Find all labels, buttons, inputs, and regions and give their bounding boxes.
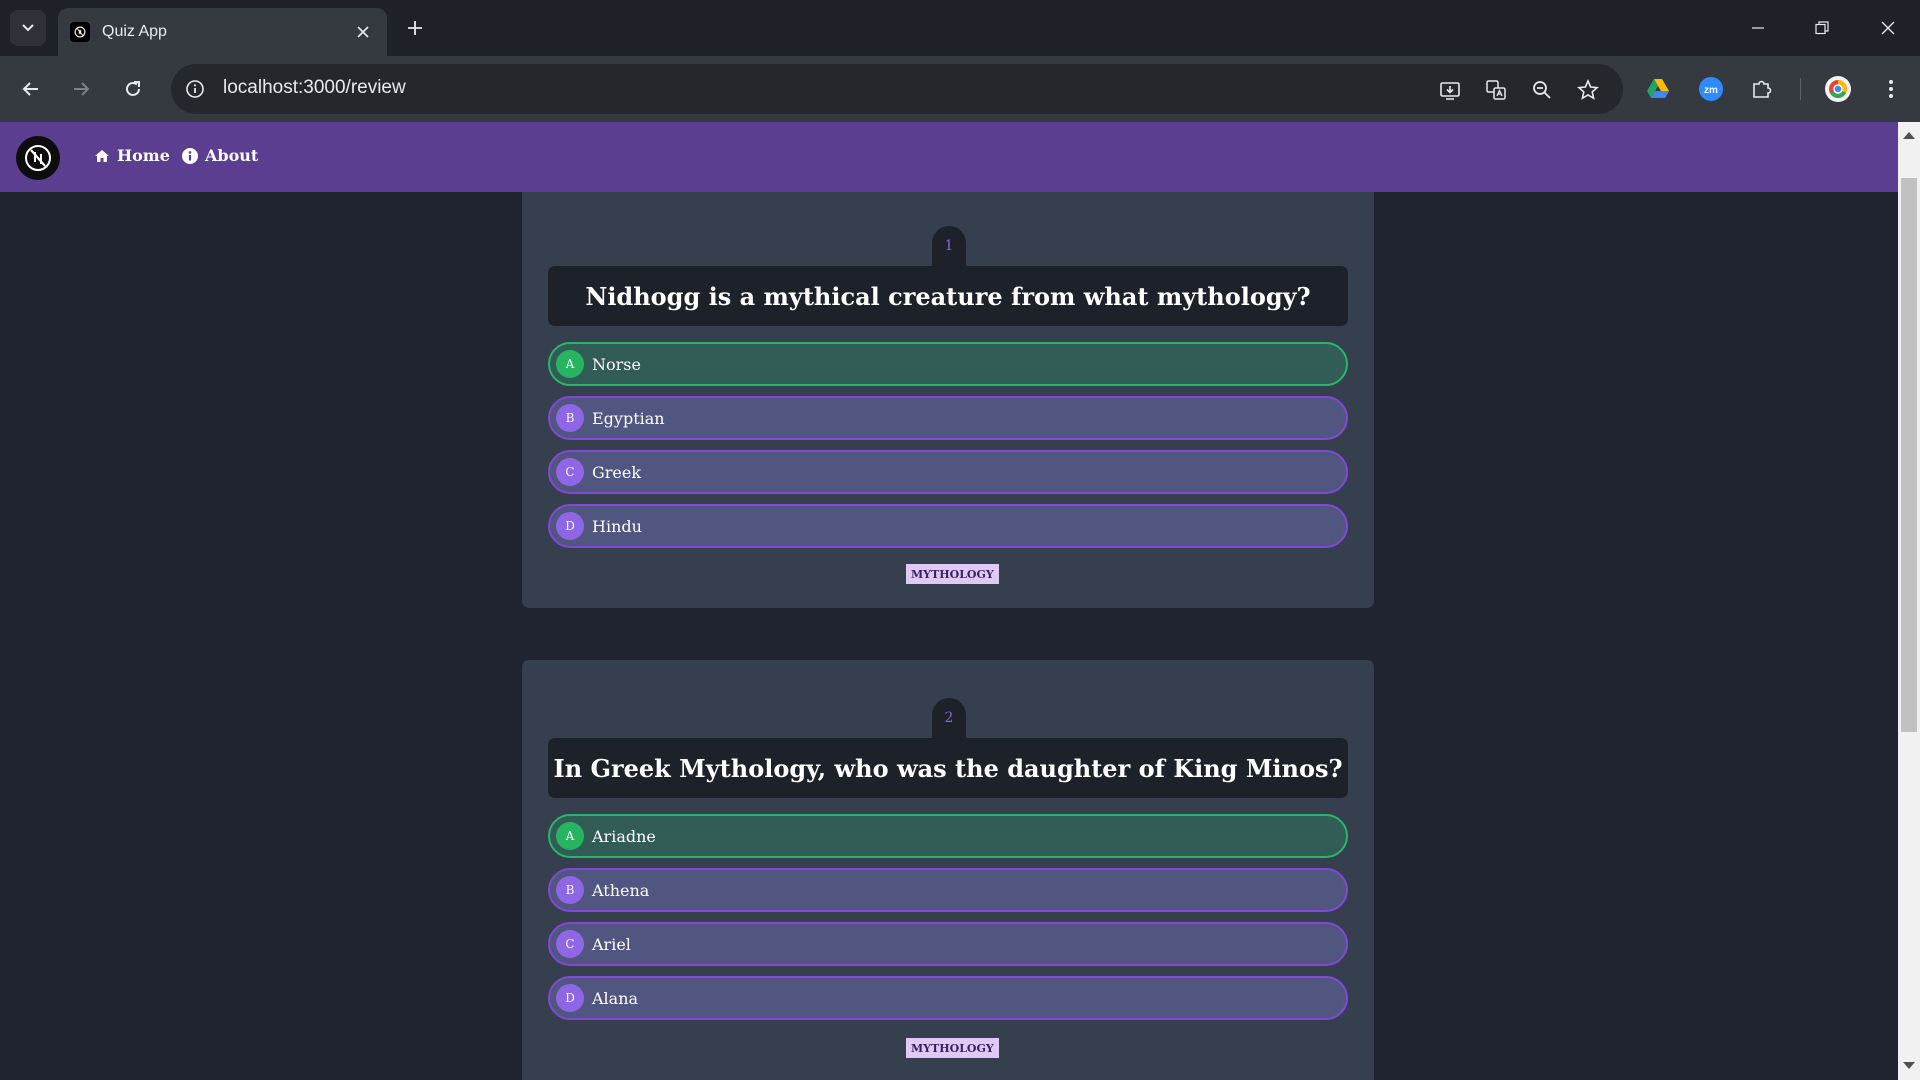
close-icon <box>1881 21 1895 35</box>
question-card-1: 1 Nidhogg is a mythical creature from wh… <box>522 122 1374 608</box>
question-text: Nidhogg is a mythical creature from what… <box>548 266 1348 326</box>
option-text: Hindu <box>592 516 642 536</box>
question-number-badge: 2 <box>932 698 966 738</box>
install-app-icon[interactable] <box>1437 77 1463 103</box>
option-letter: D <box>556 984 584 1012</box>
tab-close-button[interactable] <box>351 20 375 44</box>
option-text: Ariadne <box>592 826 656 846</box>
app-favicon-icon <box>70 22 90 42</box>
new-tab-button[interactable] <box>401 14 429 42</box>
category-tag: MYTHOLOGY <box>906 1038 999 1058</box>
option-c[interactable]: C Greek <box>548 450 1348 494</box>
option-letter: A <box>556 822 584 850</box>
option-c[interactable]: C Ariel <box>548 922 1348 966</box>
option-a-correct[interactable]: A Ariadne <box>548 814 1348 858</box>
extensions-puzzle-icon[interactable] <box>1745 72 1779 106</box>
chevron-down-icon <box>22 24 34 32</box>
plus-icon <box>408 21 422 35</box>
more-menu-icon[interactable] <box>1874 72 1908 106</box>
tab-search-button[interactable] <box>10 10 46 46</box>
option-b[interactable]: B Egyptian <box>548 396 1348 440</box>
question-card-2: 2 In Greek Mythology, who was the daught… <box>522 660 1374 1080</box>
close-window-button[interactable] <box>1868 10 1908 46</box>
browser-tab-bar: Quiz App <box>0 0 1920 56</box>
option-text: Ariel <box>592 934 631 954</box>
url-text[interactable]: localhost:3000/review <box>223 77 406 99</box>
restore-icon <box>1815 21 1829 35</box>
option-letter: A <box>556 350 584 378</box>
tab-title: Quiz App <box>102 23 167 40</box>
scroll-down-arrow-icon[interactable] <box>1903 1062 1915 1069</box>
browser-toolbar: localhost:3000/review zm <box>0 56 1920 122</box>
site-info-icon[interactable] <box>183 77 207 101</box>
close-icon <box>357 26 369 38</box>
zoom-icon[interactable] <box>1529 77 1555 103</box>
back-button[interactable] <box>14 72 48 106</box>
question-text: In Greek Mythology, who was the daughter… <box>548 738 1348 798</box>
arrow-left-icon <box>22 82 38 96</box>
translate-icon[interactable] <box>1483 77 1509 103</box>
google-drive-icon[interactable] <box>1641 72 1675 106</box>
restore-button[interactable] <box>1802 10 1842 46</box>
toolbar-divider <box>1800 78 1801 100</box>
option-a-correct[interactable]: A Norse <box>548 342 1348 386</box>
svg-text:zm: zm <box>1704 85 1718 96</box>
option-d[interactable]: D Alana <box>548 976 1348 1020</box>
option-d[interactable]: D Hindu <box>548 504 1348 548</box>
nav-home-link[interactable]: Home <box>94 146 170 165</box>
option-text: Greek <box>592 462 642 482</box>
minimize-icon <box>1752 27 1764 29</box>
option-letter: D <box>556 512 584 540</box>
page-viewport: 1 Nidhogg is a mythical creature from wh… <box>0 122 1920 1080</box>
bookmark-star-icon[interactable] <box>1575 77 1601 103</box>
browser-tab[interactable]: Quiz App <box>58 8 387 56</box>
profile-avatar[interactable] <box>1821 72 1855 106</box>
app-logo-icon[interactable] <box>16 136 60 180</box>
question-number-badge: 1 <box>932 226 966 266</box>
option-letter: B <box>556 876 584 904</box>
scrollbar-thumb[interactable] <box>1901 178 1917 732</box>
option-text: Athena <box>592 880 650 900</box>
nav-about-label: About <box>205 146 259 165</box>
scroll-up-arrow-icon[interactable] <box>1903 132 1915 139</box>
minimize-button[interactable] <box>1738 10 1778 46</box>
arrow-right-icon <box>74 82 90 96</box>
nav-home-label: Home <box>117 146 170 165</box>
option-letter: B <box>556 404 584 432</box>
page-scrollbar[interactable] <box>1898 122 1920 1080</box>
option-text: Norse <box>592 354 641 374</box>
info-icon <box>182 147 198 164</box>
option-text: Alana <box>592 988 639 1008</box>
reload-icon <box>126 81 140 96</box>
home-icon <box>95 149 109 162</box>
address-bar[interactable]: localhost:3000/review <box>171 64 1623 114</box>
option-letter: C <box>556 930 584 958</box>
option-b[interactable]: B Athena <box>548 868 1348 912</box>
option-text: Egyptian <box>592 408 665 428</box>
zoom-extension-icon[interactable]: zm <box>1694 72 1728 106</box>
option-letter: C <box>556 458 584 486</box>
category-tag: MYTHOLOGY <box>906 564 999 584</box>
app-navbar: Home About <box>0 122 1898 192</box>
reload-button[interactable] <box>116 72 150 106</box>
forward-button[interactable] <box>64 72 98 106</box>
nav-about-link[interactable]: About <box>182 146 258 165</box>
